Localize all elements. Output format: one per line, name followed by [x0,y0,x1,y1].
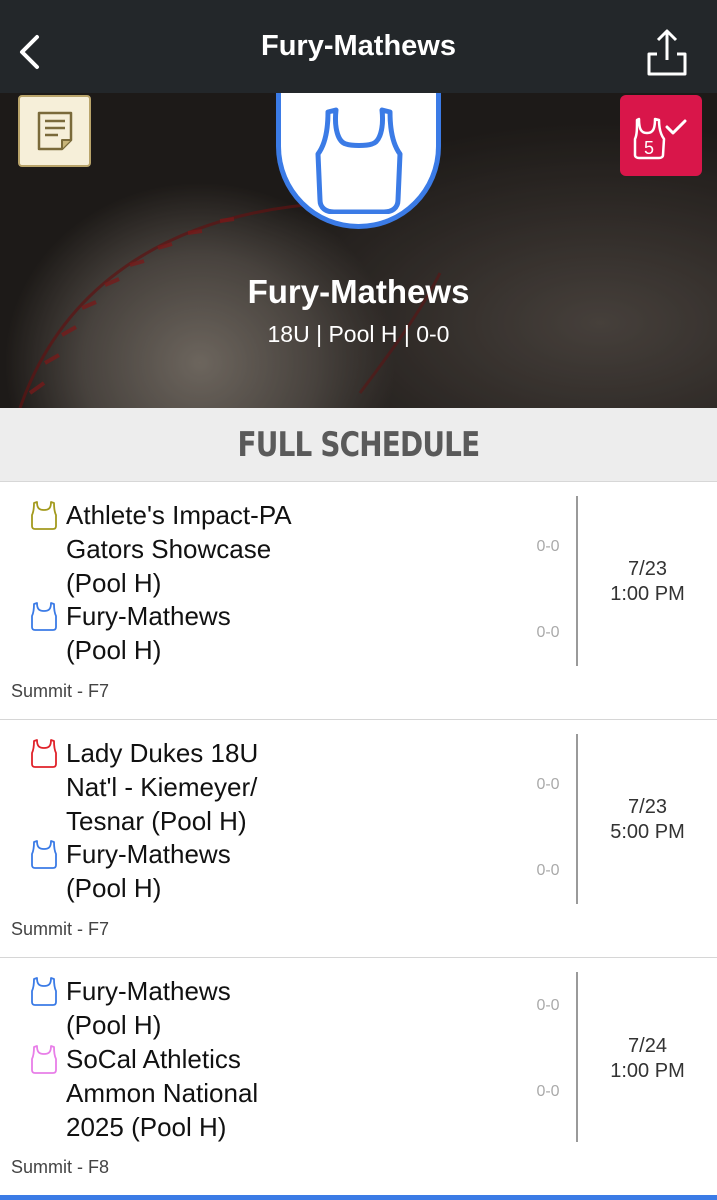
jersey-icon [315,107,402,214]
away-team: Fury-Mathews (Pool H) [0,837,520,905]
bracket-badge: 5 [644,138,654,158]
game-datetime: 7/23 5:00 PM [578,795,717,845]
home-team: Athlete's Impact-PA Gators Showcase (Poo… [0,498,520,600]
game-datetime: 7/24 1:00 PM [578,1034,717,1084]
game-date: 7/23 [628,558,667,580]
team-name: Fury-Mathews (Pool H) [66,839,231,903]
game-date: 7/23 [628,796,667,818]
team-name: Fury-Mathews [247,273,470,310]
jersey-icon [31,1045,57,1074]
away-team: SoCal Athletics Ammon National 2025 (Poo… [0,1042,520,1144]
team-hero-banner: 5 Fury-Mathews 18U | Pool H | 0-0 [0,93,717,408]
team-score: 0-0 [536,624,560,641]
jersey-icon [31,739,57,768]
team-score: 0-0 [536,538,560,555]
team-score: 0-0 [536,997,560,1014]
team-score: 0-0 [536,1083,560,1100]
jersey-icon [31,501,57,530]
top-nav-bar: Fury-Mathews [0,0,717,93]
bracket-icon: 5 [633,117,687,159]
team-name: Athlete's Impact-PA Gators Showcase (Poo… [66,500,292,598]
schedule-header: FULL SCHEDULE [0,408,717,482]
schedule-title: FULL SCHEDULE [237,424,481,465]
bracket-button[interactable]: 5 [620,95,702,176]
game-time: 1:00 PM [610,1060,685,1082]
game-datetime: 7/23 1:00 PM [578,557,717,607]
game-time: 5:00 PM [610,821,685,843]
jersey-icon [31,602,57,631]
team-score: 0-0 [536,862,560,879]
nav-title: Fury-Mathews [261,30,456,62]
jersey-icon [31,840,57,869]
notes-button[interactable] [18,95,91,167]
team-name: Fury-Mathews (Pool H) [66,601,231,665]
scroll-edge-indicator [0,1195,717,1200]
game-row[interactable]: Lady Dukes 18U Nat'l - Kiemeyer/ Tesnar … [0,720,717,958]
chevron-left-icon [20,35,39,69]
jersey-icon [31,977,57,1006]
share-button[interactable] [643,26,691,78]
game-venue: Summit - F7 [11,919,110,939]
game-venue: Summit - F7 [11,681,110,701]
home-team: Lady Dukes 18U Nat'l - Kiemeyer/ Tesnar … [0,736,520,838]
game-row[interactable]: Athlete's Impact-PA Gators Showcase (Poo… [0,482,717,720]
away-team: Fury-Mathews (Pool H) [0,599,520,667]
game-row[interactable]: Fury-Mathews (Pool H) 0-0 SoCal Athletic… [0,958,717,1195]
game-venue: Summit - F8 [11,1157,110,1177]
game-time: 1:00 PM [610,583,685,605]
team-name: Fury-Mathews (Pool H) [66,976,231,1040]
home-team: Fury-Mathews (Pool H) [0,974,520,1042]
share-icon [647,29,687,76]
game-date: 7/24 [628,1035,667,1057]
team-score: 0-0 [536,776,560,793]
notes-icon [37,111,72,151]
team-name: Lady Dukes 18U Nat'l - Kiemeyer/ Tesnar … [66,738,259,836]
team-subtitle: 18U | Pool H | 0-0 [267,321,450,347]
back-button[interactable] [10,28,50,76]
team-name: SoCal Athletics Ammon National 2025 (Poo… [66,1044,259,1142]
